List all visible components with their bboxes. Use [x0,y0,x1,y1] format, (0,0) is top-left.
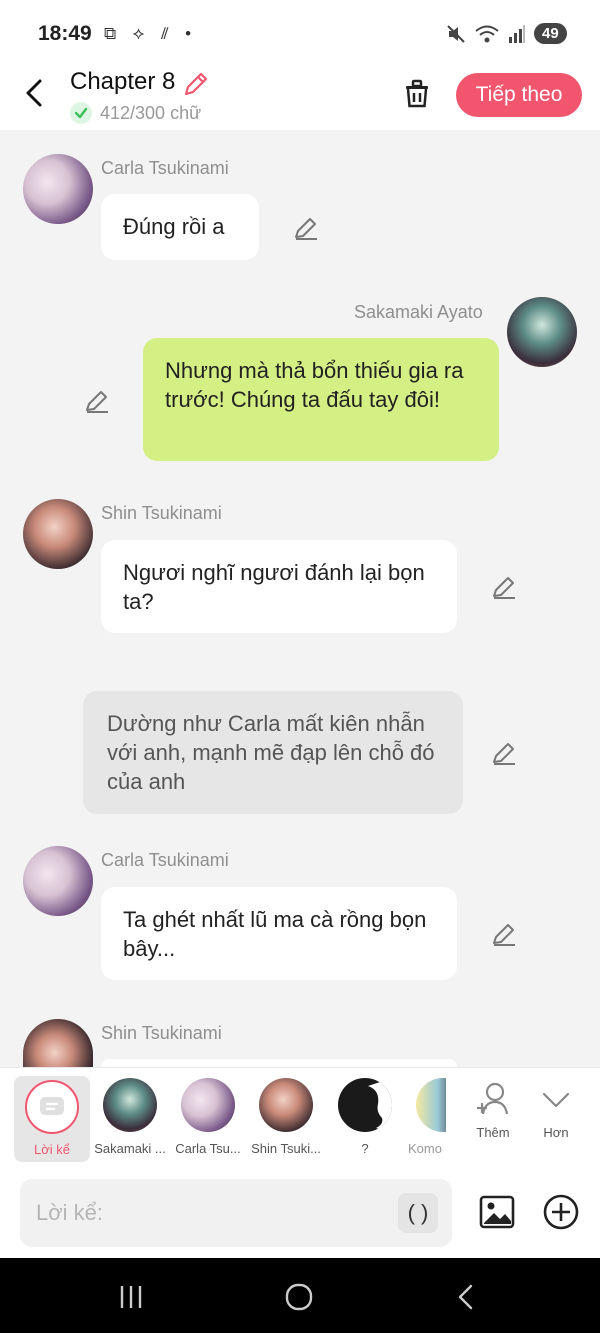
character-komo[interactable]: Komo [404,1068,446,1158]
character-label: Carla Tsu... [175,1141,241,1156]
chapter-title[interactable]: Chapter 8 [70,68,175,95]
add-character-label: Thêm [476,1125,510,1140]
home-icon[interactable] [284,1282,314,1312]
trash-icon[interactable] [400,76,434,110]
message-text: Ta ghét nhất lũ ma cà rồng bọn bây... [123,907,427,961]
status-notification-icons: ⧉ ⟡ ⫽ • [104,24,198,43]
character-unknown[interactable]: ? [326,1068,404,1158]
edit-pencil-icon[interactable] [84,388,110,414]
mute-icon [447,24,465,43]
avatar-shin[interactable] [23,1019,93,1067]
image-icon[interactable] [478,1193,516,1231]
input-box: ( ) [20,1179,452,1247]
narration-label: Lời kể [34,1142,70,1157]
character-carla[interactable]: Carla Tsu... [168,1068,248,1158]
message-text: Nhưng mà thả bổn thiếu gia ra trước! Chú… [165,358,464,412]
character-selector-bar: Lời kể Sakamaki ... Carla Tsu... Shin Ts… [0,1067,600,1169]
sender-name: Sakamaki Ayato [354,302,483,322]
add-circle-icon[interactable] [542,1193,580,1231]
chapter-title-block: Chapter 8 [70,68,175,96]
check-icon [70,102,92,124]
character-shin[interactable]: Shin Tsuki... [246,1068,326,1158]
parenthesis-button[interactable]: ( ) [398,1193,438,1233]
avatar-carla[interactable] [23,154,93,224]
character-avatar [103,1078,157,1132]
status-bar: 18:49 ⧉ ⟡ ⫽ • 49 [0,0,600,66]
character-avatar [338,1078,392,1132]
sender-name: Shin Tsukinami [101,503,222,523]
message-bubble[interactable]: Ngươi nghĩ ngươi đánh lại bọn ta? [101,540,457,633]
narration-selector[interactable]: Lời kể [14,1076,90,1162]
character-ayato[interactable]: Sakamaki ... [90,1068,170,1158]
edit-pencil-icon[interactable] [491,574,517,600]
narration-icon [25,1080,79,1134]
character-avatar [259,1078,313,1132]
avatar-shin[interactable] [23,499,93,569]
character-label: Komo [408,1141,442,1156]
signal-icon [509,24,525,43]
sender-name: Carla Tsukinami [101,850,229,870]
word-count: 412/300 chữ [100,102,202,123]
message-bubble[interactable]: Ta ghét nhất lũ ma cà rồng bọn bây... [101,887,457,980]
input-area: ( ) [0,1169,600,1258]
edit-pencil-icon[interactable] [491,740,517,766]
character-label: Shin Tsuki... [251,1141,321,1156]
message-text: Ngươi nghĩ ngươi đánh lại bọn ta? [123,560,425,614]
message-bubble[interactable] [101,1059,457,1067]
wifi-icon [475,25,499,42]
status-system-icons: 49 [446,23,567,44]
narration-bubble[interactable]: Dường như Carla mất kiên nhẫn với anh, m… [83,691,463,814]
editor-header: Chapter 8 412/300 chữ Tiếp theo [0,66,600,130]
next-button[interactable]: Tiếp theo [456,73,582,117]
sender-name: Shin Tsukinami [101,1023,222,1043]
message-text: Đúng rồi a [123,214,225,239]
avatar-carla[interactable] [23,846,93,916]
system-nav-bar [0,1258,600,1333]
character-avatar [181,1078,235,1132]
battery-level: 49 [534,23,567,44]
character-label: Sakamaki ... [94,1141,166,1156]
word-count-row: 412/300 chữ [70,102,201,124]
message-bubble[interactable]: Nhưng mà thả bổn thiếu gia ra trước! Chú… [143,338,499,461]
edit-pencil-icon[interactable] [491,921,517,947]
add-person-icon [477,1082,509,1115]
add-character-button[interactable]: Thêm [462,1068,524,1158]
avatar-ayato[interactable] [507,297,577,367]
back-icon[interactable] [452,1282,482,1312]
edit-title-pencil-icon[interactable] [182,70,210,98]
message-bubble[interactable]: Đúng rồi a [101,194,259,260]
edit-pencil-icon[interactable] [293,215,319,241]
status-time: 18:49 [38,22,92,45]
character-avatar [416,1078,446,1132]
chevron-down-icon [542,1092,570,1108]
back-arrow-icon[interactable] [18,76,52,110]
expand-label: Hơn [543,1125,569,1140]
character-label: ? [361,1141,369,1156]
narration-input[interactable] [36,1199,396,1227]
recent-apps-icon[interactable] [116,1282,146,1312]
sender-name: Carla Tsukinami [101,158,229,178]
expand-characters-button[interactable]: Hơn [528,1068,584,1158]
narration-text: Dường như Carla mất kiên nhẫn với anh, m… [107,711,435,794]
